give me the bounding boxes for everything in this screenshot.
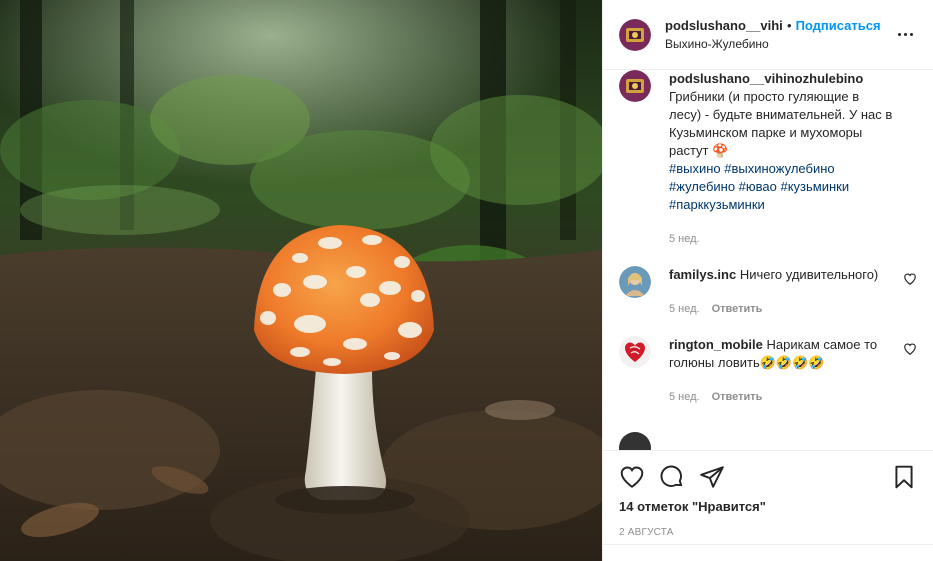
add-comment-bar[interactable] xyxy=(603,544,933,561)
action-buttons-row xyxy=(619,451,917,497)
instagram-post-modal: podslushano__vihinozhulebino • Подписать… xyxy=(0,0,933,561)
caption-text: Грибники (и просто гуляющие в лесу) - бу… xyxy=(669,89,893,158)
heart-icon[interactable] xyxy=(619,464,645,490)
comment-username[interactable]: rington_mobile xyxy=(669,337,763,352)
comment-item: familys.inc Ничего удивительного) 5 нед.… xyxy=(619,266,917,318)
caption-hashtags[interactable]: #выхино #выхиножулебино #жулебино #ювао … xyxy=(669,160,893,214)
commenter-avatar[interactable] xyxy=(619,336,651,368)
comment-like-heart-icon[interactable] xyxy=(903,272,917,286)
commenter-avatar-image xyxy=(619,266,651,298)
caption-avatar-image xyxy=(619,70,651,102)
caption-time[interactable]: 5 нед. xyxy=(669,230,700,248)
comment-time[interactable]: 5 нед. xyxy=(669,388,700,406)
post-actions: 14 отметок "Нравится" 2 августа xyxy=(603,450,933,561)
comment-meta: 5 нед. Ответить xyxy=(669,388,893,406)
commenter-avatar-partial[interactable] xyxy=(619,432,651,450)
comment-icon[interactable] xyxy=(659,464,685,490)
post-side-panel: podslushano__vihinozhulebino • Подписать… xyxy=(602,0,933,561)
comment-meta: 5 нед. Ответить xyxy=(669,300,893,318)
author-username[interactable]: podslushano__vihinozhulebino xyxy=(665,18,783,33)
comment-username[interactable]: familys.inc xyxy=(669,267,736,282)
reply-button[interactable]: Ответить xyxy=(712,300,763,318)
follow-button[interactable]: Подписаться xyxy=(796,18,881,33)
comments-list[interactable]: podslushano__vihinozhulebino Грибники (и… xyxy=(603,70,933,450)
reply-button[interactable]: Ответить xyxy=(712,388,763,406)
bookmark-icon[interactable] xyxy=(891,464,917,490)
caption-meta: 5 нед. xyxy=(669,230,893,248)
post-location[interactable]: Выхино-Жулебино xyxy=(665,37,893,51)
header-separator: • xyxy=(787,18,792,33)
header-title-row: podslushano__vihinozhulebino • Подписать… xyxy=(665,18,893,33)
comment-time[interactable]: 5 нед. xyxy=(669,300,700,318)
comment-item: rington_mobile Нарикам самое то голюны л… xyxy=(619,336,917,406)
commenter-avatar-image xyxy=(619,336,651,368)
author-avatar[interactable] xyxy=(619,18,651,51)
post-date[interactable]: 2 августа xyxy=(619,527,917,538)
comment-body: familys.inc Ничего удивительного) 5 нед.… xyxy=(669,266,917,318)
post-header: podslushano__vihinozhulebino • Подписать… xyxy=(603,0,933,70)
caption-body: podslushano__vihinozhulebino Грибники (и… xyxy=(669,70,917,248)
caption-username[interactable]: podslushano__vihinozhulebino xyxy=(669,70,893,88)
author-avatar-image xyxy=(619,18,651,51)
more-horizontal-icon[interactable] xyxy=(893,23,917,47)
likes-count[interactable]: 14 отметок "Нравится" xyxy=(619,499,917,514)
mushroom-photo xyxy=(0,0,602,561)
commenter-avatar[interactable] xyxy=(619,266,651,298)
share-icon[interactable] xyxy=(699,464,725,490)
comment-like-heart-icon[interactable] xyxy=(903,342,917,356)
header-text: podslushano__vihinozhulebino • Подписать… xyxy=(665,18,893,51)
post-photo[interactable] xyxy=(0,0,602,561)
comment-body: rington_mobile Нарикам самое то голюны л… xyxy=(669,336,917,406)
caption: podslushano__vihinozhulebino Грибники (и… xyxy=(619,70,917,248)
caption-avatar[interactable] xyxy=(619,70,651,102)
comment-text: Ничего удивительного) xyxy=(739,267,879,282)
